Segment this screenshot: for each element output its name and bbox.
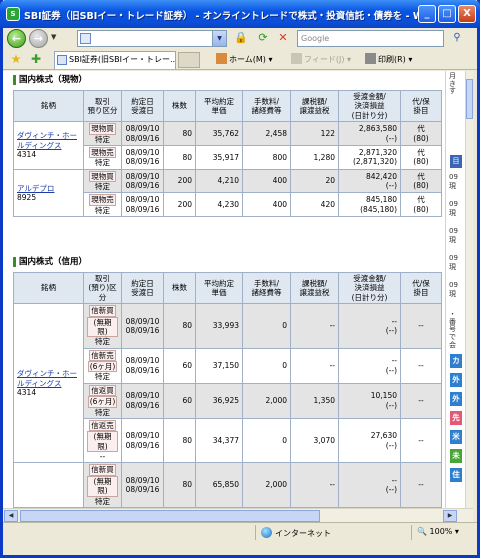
url-dropdown-icon[interactable]: ▼: [212, 31, 226, 46]
sidebar-button-bei[interactable]: 米: [450, 430, 462, 444]
new-tab-button[interactable]: [178, 52, 200, 68]
minimize-button[interactable]: _: [418, 5, 436, 23]
maximize-button[interactable]: □: [438, 5, 456, 23]
history-dropdown-icon[interactable]: ▼: [51, 33, 56, 41]
sidebar-date: 09: [449, 200, 458, 208]
zoom-level[interactable]: 🔍 100% ▾: [417, 527, 459, 536]
section-title-spot: 国内株式（現物）: [13, 73, 87, 87]
app-icon: S: [6, 7, 20, 21]
sidebar-button-saki[interactable]: 先: [450, 411, 462, 425]
col-header-amount: 受渡金額/ 決済損益 (日計り分): [338, 271, 401, 305]
table-row: アルデプロ 8925 現物買 特定 08/09/10 08/09/16 200 4,2…: [13, 168, 442, 218]
window-title: SBI証券（旧SBIイー・トレード証券） - オンライントレードで株式・投資信託…: [24, 11, 419, 22]
stock-name-cell: ダヴィンチ・ホールディングス 4314: [13, 121, 84, 170]
sidebar-date: 09: [449, 173, 458, 181]
search-input[interactable]: Google: [297, 30, 444, 47]
col-header-tax: 課税額/ 譲渡益税: [290, 89, 339, 123]
tab-favicon-icon: [57, 55, 67, 65]
tab-bar: ★ ✚ SBI証券(旧SBIイー・トレー... ホーム(M) ▾ フィード(J)…: [3, 50, 477, 70]
sidebar-marker[interactable]: 目: [450, 155, 462, 168]
stock-name-cell: [13, 462, 84, 508]
lock-icon[interactable]: 🔒: [233, 30, 249, 46]
favorites-star-icon[interactable]: ★: [9, 52, 23, 66]
home-button[interactable]: ホーム(M) ▾: [216, 53, 272, 65]
col-header-date: 約定日 受渡日: [121, 271, 164, 305]
scroll-right-icon[interactable]: ▶: [443, 510, 457, 522]
col-header-fee: 手数料/ 諸経費等: [242, 271, 291, 305]
status-bar: インターネット 🔍 100% ▾: [3, 522, 477, 541]
sidebar-button-ka[interactable]: カ: [450, 354, 462, 368]
url-field[interactable]: ▼: [77, 30, 227, 47]
sidebar-bottom-text: ・ 番 号 で 会: [449, 310, 456, 349]
col-header-tax: 課税額/ 譲渡益税: [290, 271, 339, 305]
close-button[interactable]: X: [458, 5, 476, 23]
col-header-type: 取引 預り区分: [83, 89, 122, 123]
globe-icon: [261, 527, 272, 538]
sidebar-button-gai2[interactable]: 外: [450, 392, 462, 406]
col-header-margin: 代/保 掛目: [400, 89, 442, 123]
section-title-margin: 国内株式（信用）: [13, 255, 87, 269]
table-row: ダヴィンチ・ホールディングス 4314 信新買 (無期限) 特定 08/09/10 08…: [13, 303, 442, 464]
stock-link[interactable]: ダヴィンチ・ホールディングス: [17, 369, 77, 387]
status-divider: [411, 525, 412, 540]
main-area: 国内株式（現物） 銘柄 取引 預り区分 約定日 受渡日 株数 平均約定 単価 手…: [3, 71, 443, 508]
address-bar: ← → ▼ ▼ 🔒 ⟳ ✕ Google ⚲: [3, 28, 477, 50]
sidebar-char: 現: [449, 236, 456, 244]
title-bar[interactable]: S SBI証券（旧SBIイー・トレード証券） - オンライントレードで株式・投資…: [0, 0, 480, 28]
col-header-qty: 株数: [163, 89, 196, 123]
col-header-margin: 代/保 掛目: [400, 271, 442, 305]
col-header-qty: 株数: [163, 271, 196, 305]
home-icon: [216, 53, 227, 64]
sidebar-button-gai1[interactable]: 外: [450, 373, 462, 387]
stock-name-cell: ダヴィンチ・ホールディングス 4314: [13, 303, 84, 464]
col-header-name: 銘柄: [13, 89, 84, 123]
col-header-fee: 手数料/ 諸経費等: [242, 89, 291, 123]
scroll-left-icon[interactable]: ◀: [4, 510, 18, 522]
sidebar-button-ju[interactable]: 住: [450, 468, 462, 482]
col-header-price: 平均約定 単価: [195, 271, 243, 305]
col-header-amount: 受渡金額/ 決済損益 (日計り分): [338, 89, 401, 123]
horizontal-scrollbar[interactable]: ◀ ▶: [3, 508, 473, 522]
sidebar-date: 09: [449, 254, 458, 262]
security-zone: インターネット: [261, 527, 331, 539]
sidebar-date: 09: [449, 281, 458, 289]
back-button[interactable]: ←: [7, 29, 26, 48]
table-row: ダヴィンチ・ホールディングス 4314 現物買 特定 08/09/10 08/09/1…: [13, 121, 442, 170]
rss-icon: [291, 53, 302, 64]
sidebar-char: 現: [449, 263, 456, 271]
table-row: 信新買 (無期限) 特定 08/09/10 08/09/16 80 65,850 2,…: [13, 462, 442, 508]
print-button[interactable]: 印刷(R) ▾: [365, 53, 412, 65]
spot-trades-table: 銘柄 取引 預り区分 約定日 受渡日 株数 平均約定 単価 手数料/ 諸経費等 …: [13, 89, 442, 218]
vertical-scroll-thumb[interactable]: [466, 79, 473, 119]
stop-icon[interactable]: ✕: [275, 30, 291, 46]
page-content: 国内株式（現物） 銘柄 取引 預り区分 約定日 受渡日 株数 平均約定 単価 手…: [3, 71, 473, 508]
refresh-icon[interactable]: ⟳: [255, 30, 271, 46]
sidebar-top-text: 月 き す: [449, 72, 456, 96]
zoom-icon: 🔍: [417, 527, 427, 536]
col-header-type: 取引 (預り)区 分: [83, 271, 122, 305]
forward-button[interactable]: →: [29, 29, 48, 48]
add-favorite-icon[interactable]: ✚: [29, 52, 43, 66]
right-sidebar: 月 き す 目 09 現 09 現 09 現 09 現 09 現 ・ 番 号 で…: [445, 71, 465, 508]
sidebar-char: 現: [449, 182, 456, 190]
status-divider: [255, 525, 256, 540]
vertical-scrollbar[interactable]: [465, 71, 473, 508]
stock-link[interactable]: ダヴィンチ・ホールディングス: [17, 131, 77, 149]
sidebar-button-mi[interactable]: 未: [450, 449, 462, 463]
horizontal-scroll-thumb[interactable]: [20, 510, 320, 522]
feeds-button[interactable]: フィード(J) ▾: [291, 53, 351, 65]
col-header-date: 約定日 受渡日: [121, 89, 164, 123]
col-header-price: 平均約定 単価: [195, 89, 243, 123]
sidebar-char: 現: [449, 209, 456, 217]
printer-icon: [365, 53, 376, 64]
tab-active[interactable]: SBI証券(旧SBIイー・トレー...: [54, 51, 176, 69]
page-favicon-icon: [80, 33, 91, 44]
search-icon[interactable]: ⚲: [450, 30, 464, 46]
sidebar-date: 09: [449, 227, 458, 235]
stock-name-cell: アルデプロ 8925: [13, 168, 84, 218]
stock-link[interactable]: アルデプロ: [17, 184, 54, 193]
sidebar-char: 現: [449, 290, 456, 298]
margin-trades-table: 銘柄 取引 (預り)区 分 約定日 受渡日 株数 平均約定 単価 手数料/ 諸経…: [13, 271, 442, 508]
col-header-name: 銘柄: [13, 271, 84, 305]
